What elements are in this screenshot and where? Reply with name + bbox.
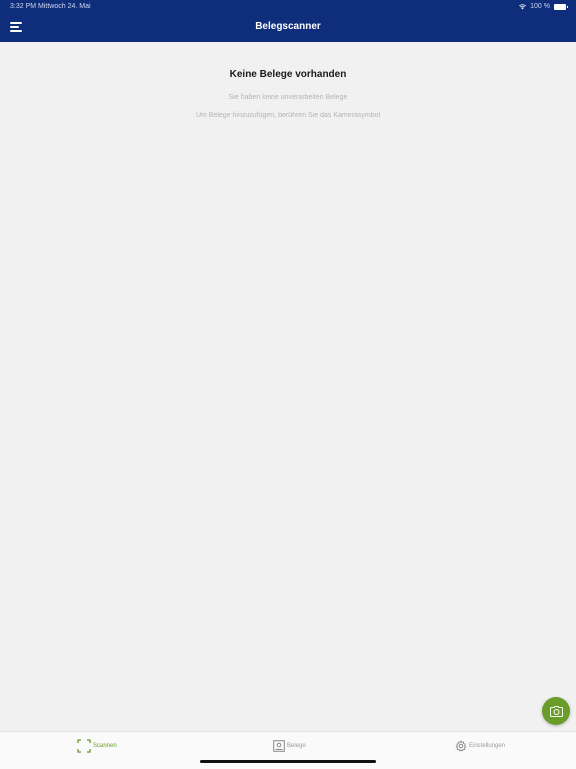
battery-icon <box>554 4 568 10</box>
wifi-icon <box>519 4 527 10</box>
camera-icon <box>549 705 563 717</box>
empty-state-message: Sie haben keine unverarbeiten Belege <box>228 94 348 101</box>
gear-icon <box>455 740 467 752</box>
tab-belege-label: Belege <box>287 743 306 749</box>
status-indicators: 100 % <box>519 0 568 14</box>
tab-belege[interactable]: Belege <box>273 739 306 753</box>
empty-state-hint: Um Belege hinzuzufügen, berühren Sie das… <box>195 112 381 119</box>
app-header: 3:32 PM Mittwoch 24. Mai 100 % Belegscan… <box>0 0 576 42</box>
tab-bar: Scannen Belege Einstellungen <box>0 731 576 769</box>
battery-percent: 100 % <box>530 3 550 10</box>
home-indicator[interactable] <box>200 760 376 763</box>
page-title: Belegscanner <box>255 21 321 32</box>
status-time: 3:32 PM Mittwoch 24. Mai <box>10 3 91 10</box>
tab-einstellungen-label: Einstellungen <box>469 743 506 749</box>
scan-frame-icon <box>77 739 91 753</box>
empty-state-title: Keine Belege vorhanden <box>229 69 347 80</box>
tab-scannen-label: Scannen <box>93 743 117 749</box>
status-bar: 3:32 PM Mittwoch 24. Mai 100 % <box>0 0 576 14</box>
camera-button[interactable] <box>542 697 570 725</box>
tab-einstellungen[interactable]: Einstellungen <box>455 739 505 753</box>
receipt-icon <box>273 740 285 752</box>
tab-scannen[interactable]: Scannen <box>77 739 117 753</box>
